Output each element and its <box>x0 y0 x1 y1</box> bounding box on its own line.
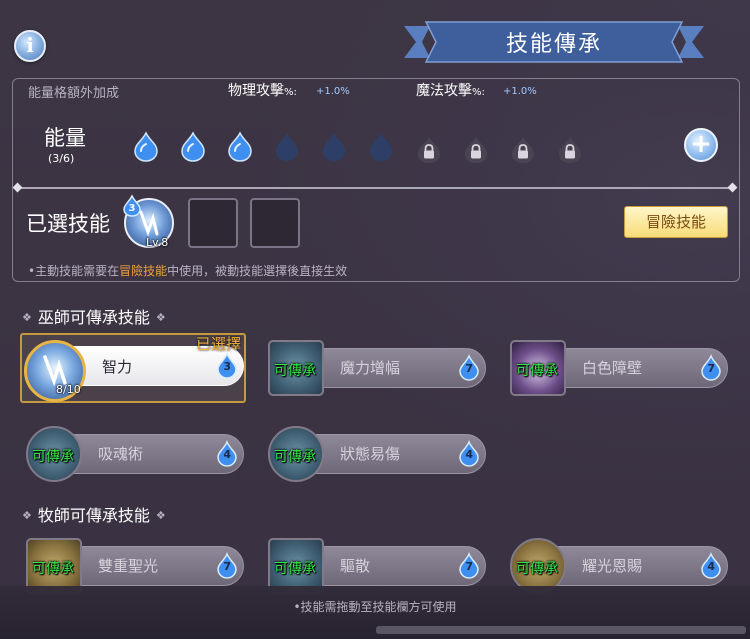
energy-drop-filled-icon <box>181 131 205 162</box>
energy-count: (3/6) <box>48 152 75 165</box>
hint-highlight: 冒險技能 <box>119 264 168 278</box>
skill-cost: 7 <box>465 362 473 375</box>
magic-attack-stat: 魔法攻擊%: <box>416 80 485 100</box>
diamond-icon: ❖ <box>155 311 166 324</box>
selected-skill-cost: 3 <box>129 203 136 214</box>
skill-name: 驅散 <box>340 557 371 575</box>
diamond-icon: ❖ <box>22 311 32 324</box>
skill-card-soul-drain[interactable]: 可傳承 吸魂術 4 <box>26 426 246 482</box>
skill-card-double-holy-light[interactable]: 可傳承 雙重聖光 7 <box>26 538 246 594</box>
diamond-icon: ❖ <box>155 509 166 522</box>
scrollbar[interactable] <box>376 626 746 634</box>
selected-tag: 已選擇 <box>196 335 242 353</box>
skill-name: 雙重聖光 <box>98 557 159 575</box>
skill-card-status-vulnerable[interactable]: 可傳承 狀態易傷 4 <box>268 426 488 482</box>
inheritable-tag: 可傳承 <box>274 449 316 465</box>
energy-drop-icon: 3 <box>123 194 141 217</box>
page-title: 技能傳承 <box>505 32 602 57</box>
add-energy-button[interactable]: + <box>684 128 718 162</box>
divider <box>18 187 732 189</box>
skill-card-white-barrier[interactable]: 可傳承 白色障壁 7 <box>510 340 730 396</box>
selection-hint: •主動技能需要在冒險技能中使用，被動技能選擇後直接生效 <box>28 262 347 279</box>
selected-skills-label: 已選技能 <box>26 212 110 236</box>
inheritable-tag: 可傳承 <box>516 363 558 379</box>
energy-drop-filled-icon <box>134 131 158 162</box>
energy-label: 能量 <box>44 126 86 150</box>
skill-card-dispel[interactable]: 可傳承 驅散 7 <box>268 538 488 594</box>
footer-hint: •技能需拖動至技能欄方可使用 <box>293 600 457 614</box>
physical-attack-stat: 物理攻擊%: <box>228 80 297 100</box>
energy-drop-empty-icon <box>323 133 345 161</box>
energy-box <box>12 78 740 282</box>
magic-attack-pct: %: <box>472 87 485 98</box>
energy-drop-filled-icon <box>228 131 252 162</box>
skill-level: 8/10 <box>56 383 81 396</box>
skill-card-mana-amplify[interactable]: 可傳承 魔力增幅 7 <box>268 340 488 396</box>
magic-attack-value: +1.0% <box>503 86 537 97</box>
inheritable-tag: 可傳承 <box>516 561 558 577</box>
skill-name: 智力 <box>102 358 133 376</box>
selected-skill-slot-empty[interactable] <box>188 198 238 248</box>
skill-cost: 4 <box>465 448 473 461</box>
skill-name: 白色障壁 <box>582 359 643 377</box>
locked-slot-icon <box>465 137 487 163</box>
skill-cost: 4 <box>707 560 715 573</box>
skill-cost: 3 <box>223 360 231 373</box>
skill-name: 吸魂術 <box>98 445 144 463</box>
physical-attack-pct: %: <box>284 87 297 98</box>
skill-card-radiant-grace[interactable]: 可傳承 耀光恩賜 4 <box>510 538 730 594</box>
physical-attack-label: 物理攻擊 <box>228 83 284 99</box>
inheritable-tag: 可傳承 <box>32 561 74 577</box>
selected-skill-level: Lv.8 <box>146 236 169 249</box>
skill-cost: 4 <box>223 448 231 461</box>
selected-skill-slot-empty[interactable] <box>250 198 300 248</box>
hint-prefix: •主動技能需要在 <box>28 264 120 278</box>
energy-drop-empty-icon <box>370 133 392 161</box>
skill-cost: 7 <box>223 560 231 573</box>
skill-name: 魔力增幅 <box>340 359 401 377</box>
locked-slot-icon <box>418 137 440 163</box>
section-title-wizard: ❖ 巫師可傳承技能 ❖ <box>16 304 172 328</box>
section-title-text: 巫師可傳承技能 <box>37 308 150 327</box>
section-title-priest: ❖ 牧師可傳承技能 ❖ <box>16 502 172 526</box>
energy-drop-empty-icon <box>276 133 298 161</box>
bonus-label: 能量格額外加成 <box>28 86 120 101</box>
inheritable-tag: 可傳承 <box>274 363 316 379</box>
locked-slot-icon <box>512 137 534 163</box>
skill-name: 耀光恩賜 <box>582 557 643 575</box>
section-title-text: 牧師可傳承技能 <box>37 506 150 525</box>
skill-name: 狀態易傷 <box>340 445 401 463</box>
locked-slot-icon <box>559 137 581 163</box>
adventure-skill-button[interactable]: 冒險技能 <box>624 206 728 238</box>
hint-suffix: 中使用，被動技能選擇後直接生效 <box>167 264 348 278</box>
diamond-icon: ❖ <box>22 509 32 522</box>
skill-cost: 7 <box>707 362 715 375</box>
info-icon[interactable]: i <box>14 30 46 62</box>
inheritable-tag: 可傳承 <box>274 561 316 577</box>
magic-attack-label: 魔法攻擊 <box>416 83 472 99</box>
physical-attack-value: +1.0% <box>316 86 350 97</box>
inheritable-tag: 可傳承 <box>32 449 74 465</box>
skill-cost: 7 <box>465 560 473 573</box>
